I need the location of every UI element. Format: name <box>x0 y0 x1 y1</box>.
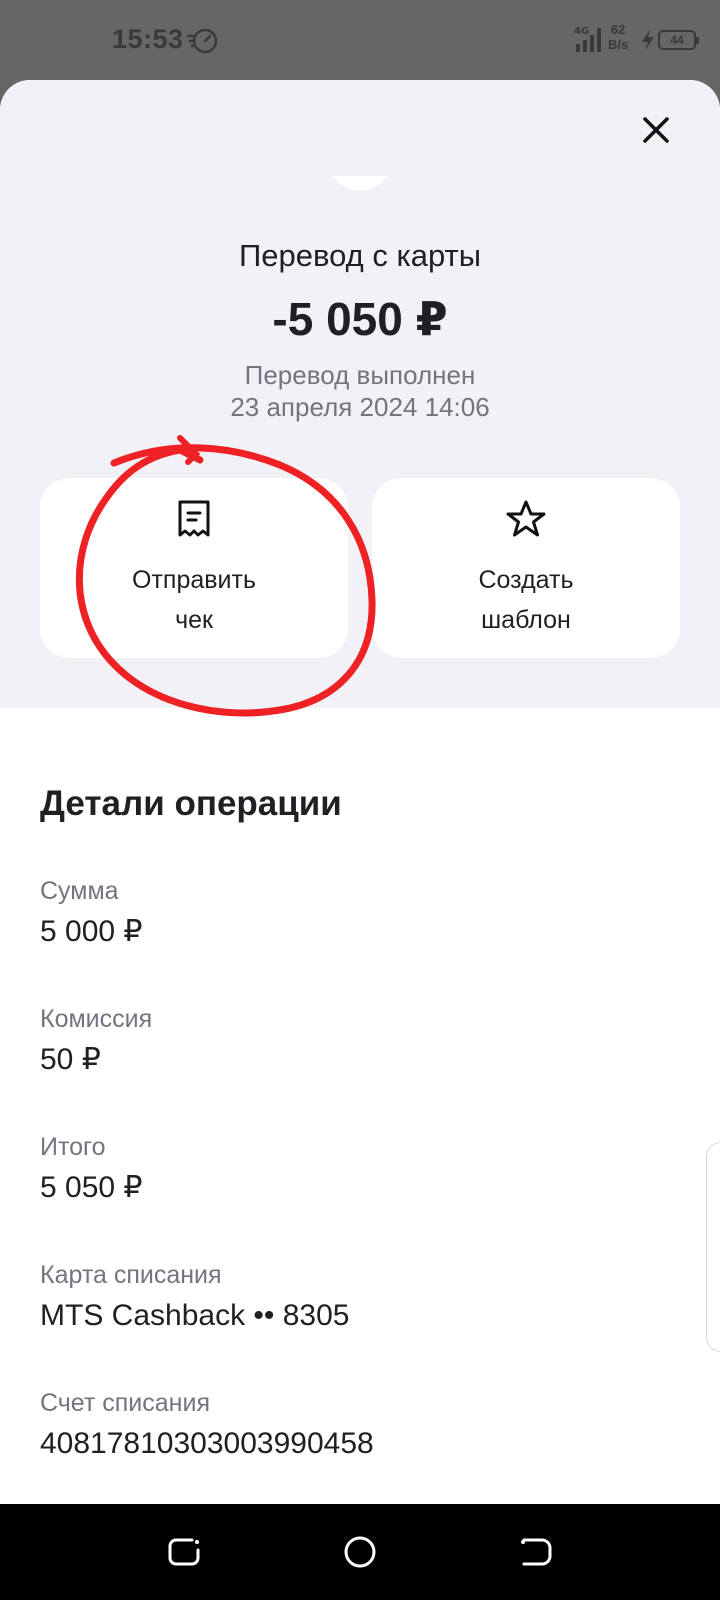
send-receipt-label: Отправить чек <box>132 566 256 634</box>
signal-icon: 4G <box>574 26 601 52</box>
detail-label: Карта списания <box>40 1261 222 1289</box>
detail-debit-card: Карта списания MTS Cashback •• 8305 <box>40 1260 680 1334</box>
battery-level: 44 <box>670 33 684 47</box>
detail-label: Счет списания <box>40 1389 210 1417</box>
operation-title: Перевод с карты <box>238 238 482 273</box>
speed-value: 62 <box>610 22 626 37</box>
detail-label: Сумма <box>40 877 119 905</box>
detail-value: 5 000 ₽ <box>40 915 143 948</box>
data-saver-icon <box>187 28 218 54</box>
recents-icon[interactable] <box>164 1532 204 1572</box>
speed-unit: B/s <box>608 37 629 52</box>
home-icon[interactable] <box>340 1532 380 1572</box>
operation-logo <box>326 176 394 190</box>
svg-text:4G: 4G <box>574 26 589 37</box>
detail-debit-account: Счет списания 40817810303003990458 <box>40 1388 680 1462</box>
send-receipt-button[interactable]: Отправить чек <box>40 478 348 658</box>
screen: 15:53 4G 62 B/s 44 Перевод с карты -5 05… <box>0 0 720 1600</box>
status-time: 15:53 <box>112 24 184 54</box>
operation-sheet: Перевод с карты -5 050 ₽ Перевод выполне… <box>0 80 720 1504</box>
detail-label: Комиссия <box>40 1005 153 1033</box>
create-template-label: Создать шаблон <box>478 566 574 634</box>
network-speed: 62 B/s <box>608 22 628 52</box>
navigation-bar <box>0 1504 720 1600</box>
charging-icon <box>642 29 654 51</box>
receipt-icon <box>178 500 210 537</box>
side-panel-handle[interactable] <box>706 1142 720 1352</box>
detail-commission: Комиссия 50 ₽ <box>40 1004 680 1078</box>
close-icon <box>643 117 669 143</box>
close-button[interactable] <box>634 108 678 152</box>
detail-value: 40817810303003990458 <box>40 1427 374 1460</box>
detail-value: 50 ₽ <box>40 1043 101 1076</box>
operation-amount: -5 050 ₽ <box>272 293 448 345</box>
operation-status: Перевод выполнен <box>244 360 476 390</box>
detail-value: MTS Cashback •• 8305 <box>40 1299 350 1332</box>
create-template-button[interactable]: Создать шаблон <box>372 478 680 658</box>
detail-label: Итого <box>40 1133 106 1161</box>
detail-value: 5 050 ₽ <box>40 1171 143 1204</box>
status-bar: 15:53 4G 62 B/s 44 <box>0 0 720 80</box>
operation-header: Перевод с карты -5 050 ₽ Перевод выполне… <box>0 80 720 708</box>
battery-icon: 44 <box>658 30 699 50</box>
details-title: Детали операции <box>40 784 342 823</box>
detail-total: Итого 5 050 ₽ <box>40 1132 680 1206</box>
detail-amount: Сумма 5 000 ₽ <box>40 876 680 950</box>
back-icon[interactable] <box>516 1532 556 1572</box>
star-icon <box>506 500 546 537</box>
operation-date: 23 апреля 2024 14:06 <box>230 392 490 422</box>
